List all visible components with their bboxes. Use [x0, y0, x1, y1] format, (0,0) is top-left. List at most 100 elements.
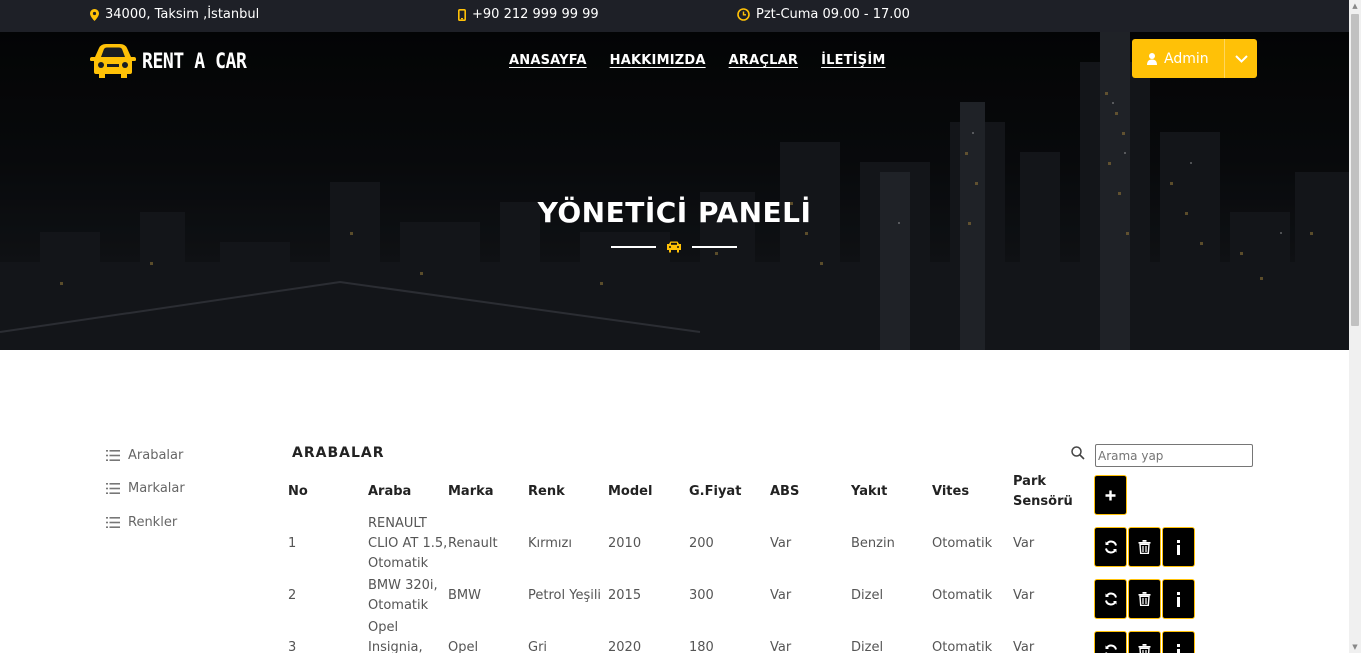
sidebar-item-label: Markalar [128, 481, 185, 496]
sidebar-item-arabalar[interactable]: Arabalar [106, 448, 183, 463]
table-cell-model: 2015 [608, 588, 642, 603]
nav-iletisim[interactable]: İLETİŞİM [821, 53, 885, 68]
table-cell-araba: Insignia, [368, 640, 423, 653]
admin-label: Admin [1164, 50, 1209, 67]
list-icon [106, 517, 120, 528]
divider-line-right [692, 246, 737, 248]
admin-dropdown-toggle[interactable] [1225, 39, 1257, 78]
hours-text: Pzt-Cuma 09.00 - 17.00 [756, 7, 910, 22]
site-logo[interactable]: RENT A CAR [90, 44, 263, 78]
chevron-down-icon [1234, 54, 1248, 63]
table-cell-araba: Otomatik [368, 556, 429, 571]
nav-araclar[interactable]: ARAÇLAR [729, 53, 798, 68]
update-button[interactable] [1094, 631, 1127, 653]
column-header-fiyat: G.Fiyat [689, 484, 742, 499]
phone-text: +90 212 999 99 99 [472, 7, 599, 22]
table-cell-marka: Renault [448, 536, 498, 551]
column-header-vites: Vites [932, 484, 970, 499]
nav-anasayfa[interactable]: ANASAYFA [509, 53, 587, 68]
table-cell-abs: Var [770, 640, 792, 653]
delete-button[interactable] [1128, 579, 1161, 619]
phone-info: +90 212 999 99 99 [458, 7, 599, 22]
table-cell-araba: BMW 320i, [368, 578, 438, 593]
table-cell-vites: Otomatik [932, 536, 993, 551]
update-button[interactable] [1094, 527, 1127, 567]
clock-icon [737, 8, 750, 21]
table-cell-vites: Otomatik [932, 640, 993, 653]
divider-line-left [611, 246, 656, 248]
table-cell-park: Var [1013, 640, 1035, 653]
table-cell-model: 2010 [608, 536, 642, 551]
table-cell-vites: Otomatik [932, 588, 993, 603]
list-icon [106, 450, 120, 461]
taxi-car-icon [90, 44, 136, 78]
table-title: ARABALAR [292, 445, 385, 461]
delete-button[interactable] [1128, 527, 1161, 567]
admin-button[interactable]: Admin [1132, 39, 1224, 78]
trash-icon [1138, 644, 1151, 653]
delete-button[interactable] [1128, 631, 1161, 653]
scroll-thumb[interactable] [1351, 14, 1359, 326]
table-cell-yakit: Dizel [851, 588, 884, 603]
sidebar-item-label: Arabalar [128, 448, 184, 463]
page-title: YÖNETİCİ PANELİ [537, 196, 812, 229]
scroll-down-arrow[interactable]: ▼ [1349, 641, 1361, 653]
search-input[interactable] [1095, 444, 1253, 467]
table-cell-marka: Opel [448, 640, 479, 653]
column-header-park-sensoru: Park Sensörü [1013, 474, 1073, 509]
table-cell-abs: Var [770, 536, 792, 551]
admin-dropdown: Admin [1132, 39, 1257, 78]
trash-icon [1138, 592, 1151, 606]
column-header-no: No [288, 484, 308, 499]
update-button[interactable] [1094, 579, 1127, 619]
refresh-icon [1104, 592, 1117, 606]
table-cell-model: 2020 [608, 640, 642, 653]
table-cell-fiyat: 300 [689, 588, 714, 603]
info-button[interactable] [1162, 631, 1195, 653]
nav-hakkimizda[interactable]: HAKKIMIZDA [610, 53, 706, 68]
table-cell-park: Var [1013, 588, 1035, 603]
table-cell-araba: Opel [368, 620, 399, 635]
table-cell-araba: RENAULT [368, 516, 427, 531]
table-cell-fiyat: 200 [689, 536, 714, 551]
refresh-icon [1104, 644, 1117, 653]
address-text: 34000, Taksim ,İstanbul [105, 7, 260, 22]
info-button[interactable] [1162, 579, 1195, 619]
table-cell-no: 1 [288, 536, 297, 551]
table-cell-renk: Petrol Yeşili [528, 588, 602, 603]
refresh-icon [1104, 540, 1117, 554]
hero-overlay [0, 32, 1349, 350]
table-cell-renk: Gri [528, 640, 548, 653]
table-cell-marka: BMW [448, 588, 481, 603]
table-cell-araba: CLIO AT 1.5, [368, 536, 448, 551]
table-cell-fiyat: 180 [689, 640, 714, 653]
table-cell-no: 2 [288, 588, 297, 603]
map-marker-icon [90, 8, 99, 21]
trash-icon [1138, 540, 1151, 554]
column-header-marka: Marka [448, 484, 494, 499]
column-header-yakit: Yakıt [851, 484, 888, 499]
info-icon [1177, 591, 1180, 607]
column-header-renk: Renk [528, 484, 565, 499]
page-scrollbar[interactable]: ▲ ▼ [1349, 0, 1361, 653]
add-car-button[interactable] [1094, 475, 1127, 515]
table-cell-yakit: Benzin [851, 536, 895, 551]
top-info-bar: 34000, Taksim ,İstanbul +90 212 999 99 9… [0, 0, 1349, 32]
column-header-model: Model [608, 484, 653, 499]
table-cell-park: Var [1013, 536, 1035, 551]
plus-icon [1105, 490, 1116, 500]
title-divider [611, 241, 737, 253]
search-icon[interactable] [1071, 446, 1085, 460]
car-icon [667, 241, 681, 253]
hero-banner: RENT A CAR ANASAYFA HAKKIMIZDA ARAÇLAR İ… [0, 32, 1349, 350]
logo-text: RENT A CAR [142, 49, 247, 73]
sidebar-item-renkler[interactable]: Renkler [106, 515, 177, 530]
info-button[interactable] [1162, 527, 1195, 567]
scroll-up-arrow[interactable]: ▲ [1349, 0, 1361, 12]
column-header-araba: Araba [368, 484, 412, 499]
user-icon [1147, 52, 1157, 65]
table-cell-no: 3 [288, 640, 297, 653]
sidebar-item-markalar[interactable]: Markalar [106, 481, 185, 496]
table-cell-abs: Var [770, 588, 792, 603]
hours-info: Pzt-Cuma 09.00 - 17.00 [737, 7, 910, 22]
